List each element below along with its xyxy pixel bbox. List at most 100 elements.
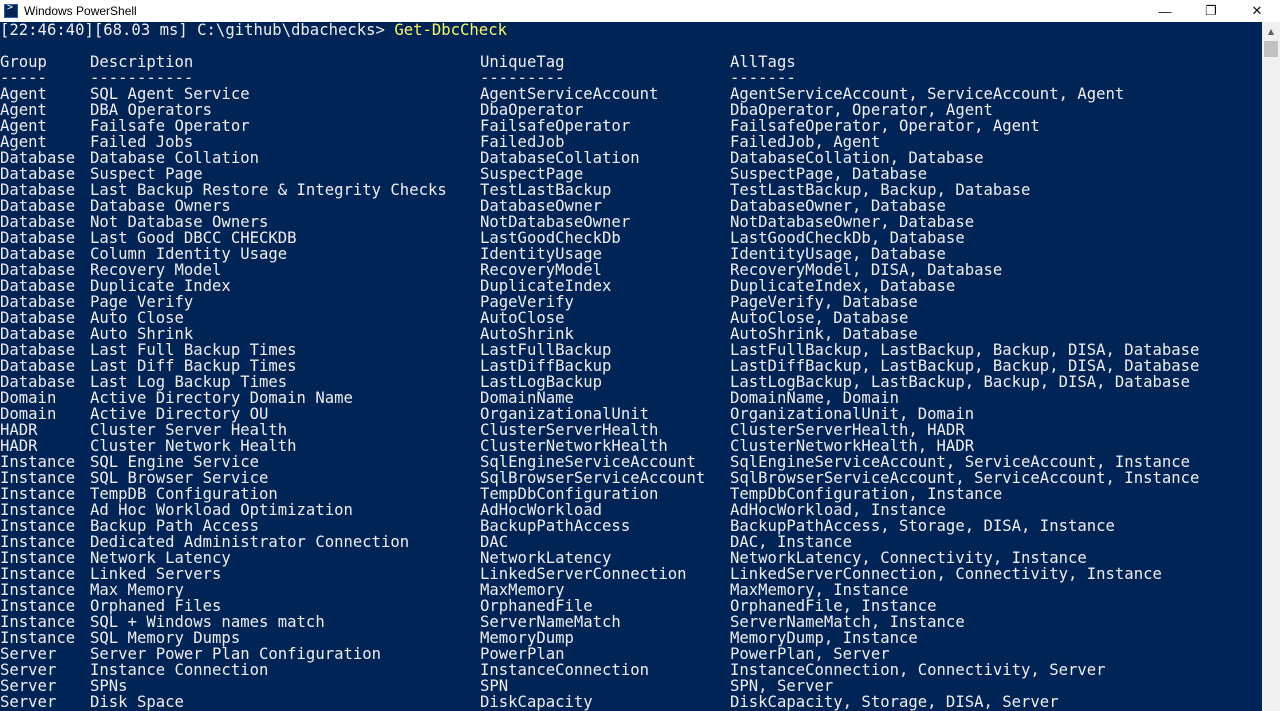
table-row: Server SPNs SPN SPN, Server <box>0 678 1262 694</box>
table-row: Instance TempDB Configuration TempDbConfig… <box>0 486 1262 502</box>
cell-group: Database <box>0 357 76 375</box>
table-row: Database Last Diff Backup Times LastDiffBa… <box>0 358 1262 374</box>
cell-group: Database <box>0 245 76 263</box>
cell-uniquetag: SPN <box>480 677 509 695</box>
cell-alltags: LinkedServerConnection, Connectivity, In… <box>730 565 1162 583</box>
cell-group: Agent <box>0 117 47 135</box>
maximize-button[interactable]: ❐ <box>1188 0 1234 22</box>
table-row: Instance Orphaned Files OrphanedFile Orphan… <box>0 598 1262 614</box>
separator-alltags: ------- <box>730 69 796 87</box>
table-row: Instance Max Memory MaxMemory MaxMemory, In… <box>0 582 1262 598</box>
cell-alltags: OrganizationalUnit, Domain <box>730 405 975 423</box>
cell-uniquetag: ServerNameMatch <box>480 613 621 631</box>
cell-uniquetag: LastFullBackup <box>480 341 612 359</box>
cell-uniquetag: LastDiffBackup <box>480 357 612 375</box>
cell-alltags: DatabaseOwner, Database <box>730 197 946 215</box>
header-row: Group Description UniqueTag AllTags <box>0 54 1262 70</box>
cell-group: Server <box>0 645 57 663</box>
cell-alltags: OrphanedFile, Instance <box>730 597 937 615</box>
cell-group: Instance <box>0 565 76 583</box>
console-output[interactable]: [22:46:40][68.03 ms] C:\github\dbachecks… <box>0 22 1262 711</box>
cell-group: Database <box>0 277 76 295</box>
scroll-thumb[interactable] <box>1264 41 1278 57</box>
cell-group: Instance <box>0 501 76 519</box>
cell-uniquetag: DiskCapacity <box>480 693 593 711</box>
cell-description: SQL Memory Dumps <box>90 629 241 647</box>
scroll-up-arrow-icon[interactable]: ▲ <box>1262 22 1280 40</box>
cell-uniquetag: SuspectPage <box>480 165 584 183</box>
table-row: Database Auto Close AutoClose AutoClose, Da… <box>0 310 1262 326</box>
table-row: Database Last Full Backup Times LastFullBa… <box>0 342 1262 358</box>
cell-group: Database <box>0 165 76 183</box>
cell-group: HADR <box>0 437 38 455</box>
table-row: Instance SQL Memory Dumps MemoryDump Memory… <box>0 630 1262 646</box>
table-row: Database Last Backup Restore & Integrity … <box>0 182 1262 198</box>
cell-description: Ad Hoc Workload Optimization <box>90 501 353 519</box>
cell-description: SQL Engine Service <box>90 453 259 471</box>
cell-description: SQL Agent Service <box>90 85 250 103</box>
cell-uniquetag: TestLastBackup <box>480 181 612 199</box>
table-row: Instance SQL Engine Service SqlEngineServi… <box>0 454 1262 470</box>
header-uniquetag: UniqueTag <box>480 53 565 71</box>
cell-uniquetag: InstanceConnection <box>480 661 649 679</box>
cell-alltags: ClusterServerHealth, HADR <box>730 421 965 439</box>
cell-description: Database Collation <box>90 149 259 167</box>
cell-group: Server <box>0 677 57 695</box>
cell-description: Last Log Backup Times <box>90 373 288 391</box>
cell-alltags: AutoClose, Database <box>730 309 909 327</box>
cell-uniquetag: RecoveryModel <box>480 261 603 279</box>
cell-description: Dedicated Administrator Connection <box>90 533 410 551</box>
cell-alltags: LastDiffBackup, LastBackup, Backup, DISA… <box>730 357 1200 375</box>
cell-group: Database <box>0 149 76 167</box>
prompt-line: [22:46:40][68.03 ms] C:\github\dbachecks… <box>0 22 1262 38</box>
cell-group: Instance <box>0 453 76 471</box>
cell-group: Agent <box>0 101 47 119</box>
cell-alltags: DiskCapacity, Storage, DISA, Server <box>730 693 1059 711</box>
cell-group: Instance <box>0 485 76 503</box>
cell-alltags: AgentServiceAccount, ServiceAccount, Age… <box>730 85 1125 103</box>
cell-description: Column Identity Usage <box>90 245 288 263</box>
cell-alltags: NetworkLatency, Connectivity, Instance <box>730 549 1087 567</box>
table-row: Database Column Identity Usage IdentityUsa… <box>0 246 1262 262</box>
cell-alltags: LastGoodCheckDb, Database <box>730 229 965 247</box>
cell-description: Cluster Network Health <box>90 437 297 455</box>
cell-uniquetag: SqlBrowserServiceAccount <box>480 469 706 487</box>
table-row: Instance Network Latency NetworkLatency Net… <box>0 550 1262 566</box>
cell-description: SQL + Windows names match <box>90 613 325 631</box>
cell-description: Network Latency <box>90 549 231 567</box>
cell-alltags: InstanceConnection, Connectivity, Server <box>730 661 1106 679</box>
cell-uniquetag: SqlEngineServiceAccount <box>480 453 696 471</box>
cell-uniquetag: TempDbConfiguration <box>480 485 659 503</box>
cell-description: Failsafe Operator <box>90 117 250 135</box>
cell-group: Domain <box>0 389 57 407</box>
table-row: Agent Failed Jobs FailedJob FailedJob, Agen… <box>0 134 1262 150</box>
cell-alltags: LastFullBackup, LastBackup, Backup, DISA… <box>730 341 1200 359</box>
cell-alltags: MaxMemory, Instance <box>730 581 909 599</box>
cell-description: Auto Close <box>90 309 184 327</box>
table-row: Database Not Database Owners NotDatabaseOw… <box>0 214 1262 230</box>
vertical-scrollbar[interactable]: ▲ <box>1262 22 1280 711</box>
cell-group: Agent <box>0 85 47 103</box>
window-title: Windows PowerShell <box>24 4 137 18</box>
cell-group: HADR <box>0 421 38 439</box>
cell-group: Database <box>0 325 76 343</box>
cell-uniquetag: LinkedServerConnection <box>480 565 687 583</box>
cell-group: Server <box>0 661 57 679</box>
table-row: Instance Dedicated Administrator Connecti… <box>0 534 1262 550</box>
close-button[interactable]: ✕ <box>1234 0 1280 22</box>
cell-description: Last Diff Backup Times <box>90 357 297 375</box>
cell-description: Orphaned Files <box>90 597 222 615</box>
cell-uniquetag: BackupPathAccess <box>480 517 631 535</box>
cell-alltags: BackupPathAccess, Storage, DISA, Instanc… <box>730 517 1115 535</box>
cell-description: DBA Operators <box>90 101 213 119</box>
cell-group: Server <box>0 693 57 711</box>
table-row: HADR Cluster Network Health ClusterNetwork… <box>0 438 1262 454</box>
cell-group: Instance <box>0 613 76 631</box>
cell-uniquetag: DatabaseCollation <box>480 149 640 167</box>
minimize-button[interactable]: — <box>1142 0 1188 22</box>
cell-alltags: TempDbConfiguration, Instance <box>730 485 1003 503</box>
cell-uniquetag: OrphanedFile <box>480 597 593 615</box>
table-row: Instance SQL + Windows names match ServerN… <box>0 614 1262 630</box>
cell-description: Last Good DBCC CHECKDB <box>90 229 297 247</box>
